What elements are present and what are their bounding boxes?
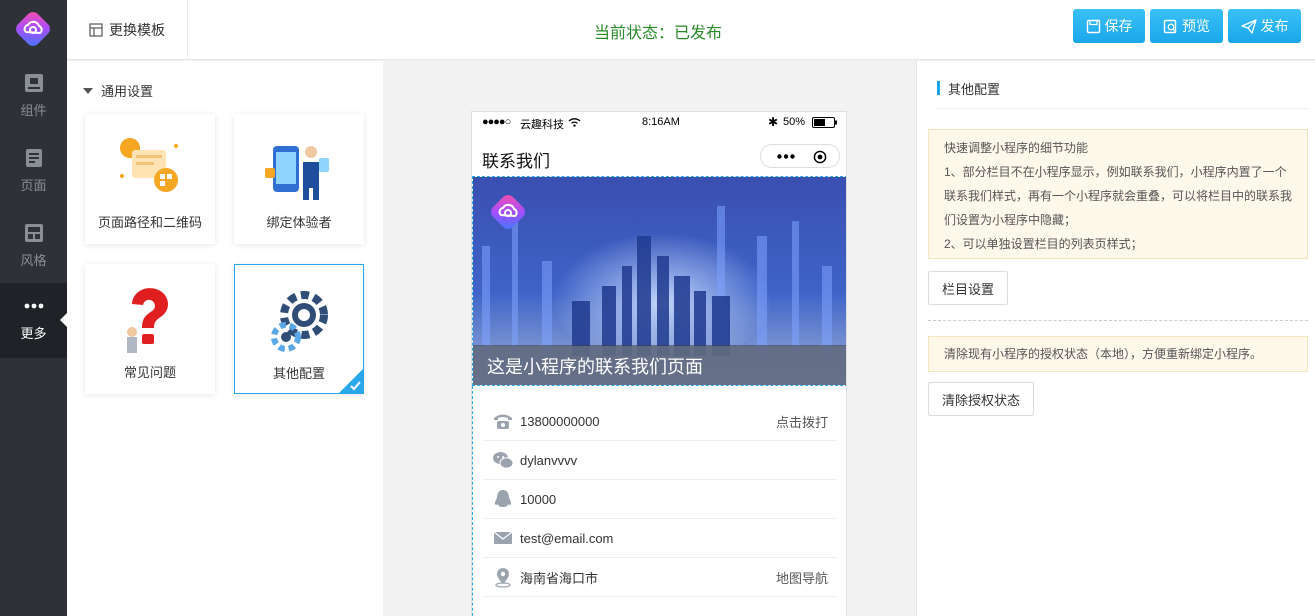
qrcode-link-icon [120, 138, 178, 192]
banner-caption: 这是小程序的联系我们页面 [473, 345, 846, 385]
nav-label: 更多 [20, 326, 47, 341]
contact-value: test@email.com [520, 530, 614, 546]
clear-auth-button[interactable]: 清除授权状态 [928, 382, 1034, 416]
card-label: 常见问题 [123, 365, 176, 380]
mail-icon [493, 531, 513, 544]
phone-status-bar: ●●●●○ 云趣科技 8:16AM ✱ 50% [472, 112, 846, 134]
card-label: 页面路径和二维码 [97, 215, 202, 230]
gear-icon [271, 291, 328, 352]
left-nav: 组件 页面 风格 更多 [0, 0, 67, 616]
card-bind-tester[interactable]: 绑定体验者 [234, 114, 364, 244]
config-panel-header: 其他配置 [937, 79, 1308, 109]
close-circle-icon[interactable] [813, 150, 827, 164]
nav-item-more[interactable]: 更多 [0, 283, 67, 358]
column-settings-button[interactable]: 栏目设置 [928, 271, 1008, 305]
preview-label: 预览 [1182, 18, 1210, 34]
config-notice: 快速调整小程序的细节功能 1、部分栏目不在小程序显示，例如联系我们，小程序内置了… [928, 129, 1308, 259]
nav-item-components[interactable]: 组件 [0, 60, 67, 135]
banner-image: 这是小程序的联系我们页面 [472, 176, 846, 386]
contact-value: dylanvvvv [520, 452, 578, 468]
contact-list: 13800000000 点击拨打 dylanvvvv 10000 test@em… [472, 386, 846, 616]
location-icon [495, 568, 511, 588]
contact-value: 海南省海口市 [520, 570, 599, 586]
card-label: 绑定体验者 [266, 215, 332, 230]
tester-phone-icon [265, 146, 329, 200]
top-bar: 更换模板 当前状态：已发布 保存 预览 发布 [67, 0, 1315, 60]
phone-frame: ●●●●○ 云趣科技 8:16AM ✱ 50% 联系我们 这是小程序的联系我们页… [471, 111, 847, 616]
phone-nav-bar: 联系我们 [472, 134, 846, 176]
contact-row-email[interactable]: test@email.com [483, 519, 837, 558]
signal-icon: ●●●●○ [482, 116, 511, 128]
publish-label: 发布 [1260, 18, 1289, 34]
settings-panel: 通用设置 页面路径和二维码 绑定体验者 常见问题 其他配置 [67, 61, 383, 616]
phone-time: 8:16AM [642, 116, 680, 128]
caret-down-icon [83, 87, 93, 94]
contact-row-address[interactable]: 海南省海口市 地图导航 [483, 558, 837, 597]
config-panel-title: 其他配置 [948, 82, 1001, 97]
phone-icon [494, 414, 512, 429]
bluetooth-icon: ✱ [768, 115, 779, 129]
contact-value: 13800000000 [520, 413, 600, 429]
save-button[interactable]: 保存 [1073, 9, 1145, 43]
call-action[interactable]: 点击拨打 [776, 412, 828, 431]
question-mark-icon [127, 288, 168, 353]
save-icon [1086, 19, 1100, 33]
preview-icon [1163, 19, 1177, 33]
page-icon [25, 149, 42, 167]
notice-line: 1、部分栏目不在小程序显示，例如联系我们，小程序内置了一个联系我们样式，再有一个… [944, 165, 1293, 227]
save-label: 保存 [1104, 18, 1133, 34]
style-icon [24, 224, 43, 242]
nav-item-pages[interactable]: 页面 [0, 135, 67, 210]
send-icon [1240, 18, 1257, 34]
qq-icon [494, 490, 512, 507]
contact-value: 10000 [520, 491, 557, 507]
map-navigation-action[interactable]: 地图导航 [776, 568, 828, 587]
contact-row-qq[interactable]: 10000 [483, 480, 837, 519]
publish-status: 当前状态：已发布 [594, 25, 723, 42]
nav-item-style[interactable]: 风格 [0, 210, 67, 285]
notice-line: 快速调整小程序的细节功能 [944, 141, 1089, 155]
general-settings-title: 通用设置 [101, 84, 154, 99]
card-page-path-qrcode[interactable]: 页面路径和二维码 [85, 114, 215, 244]
preview-button[interactable]: 预览 [1150, 9, 1223, 43]
card-faq[interactable]: 常见问题 [85, 264, 215, 394]
more-icon [24, 303, 43, 309]
battery-icon [812, 117, 837, 128]
contact-row-phone[interactable]: 13800000000 点击拨打 [483, 402, 837, 441]
component-icon [24, 74, 43, 92]
more-dots-icon[interactable] [777, 154, 795, 159]
card-other-config[interactable]: 其他配置 [234, 264, 364, 394]
publish-button[interactable]: 发布 [1228, 9, 1301, 43]
app-logo-icon[interactable] [14, 10, 52, 48]
nav-label: 风格 [20, 253, 47, 268]
nav-label: 组件 [20, 103, 47, 118]
phone-page-title: 联系我们 [482, 152, 550, 171]
nav-label: 页面 [20, 178, 47, 193]
selected-check-icon [338, 368, 364, 394]
change-template-button[interactable]: 更换模板 [67, 0, 188, 60]
template-icon [89, 23, 103, 37]
carrier-name: 云趣科技 [520, 119, 564, 131]
contact-row-wechat[interactable]: dylanvvvv [483, 441, 837, 480]
header-accent-bar [937, 81, 940, 95]
change-template-label: 更换模板 [109, 22, 165, 38]
notice-line: 2、可以单独设置栏目的列表页样式； [944, 237, 1143, 251]
divider [928, 320, 1308, 321]
general-settings-header[interactable]: 通用设置 [83, 81, 153, 100]
config-panel: 其他配置 快速调整小程序的细节功能 1、部分栏目不在小程序显示，例如联系我们，小… [916, 61, 1315, 616]
battery-percent: 50% [783, 116, 806, 128]
preview-canvas: ●●●●○ 云趣科技 8:16AM ✱ 50% 联系我们 这是小程序的联系我们页… [383, 61, 916, 616]
wechat-icon [493, 452, 514, 469]
miniprogram-capsule[interactable] [760, 144, 840, 168]
auth-notice: 清除现有小程序的授权状态（本地），方便重新绑定小程序。 [928, 336, 1308, 372]
wifi-icon [568, 118, 581, 127]
